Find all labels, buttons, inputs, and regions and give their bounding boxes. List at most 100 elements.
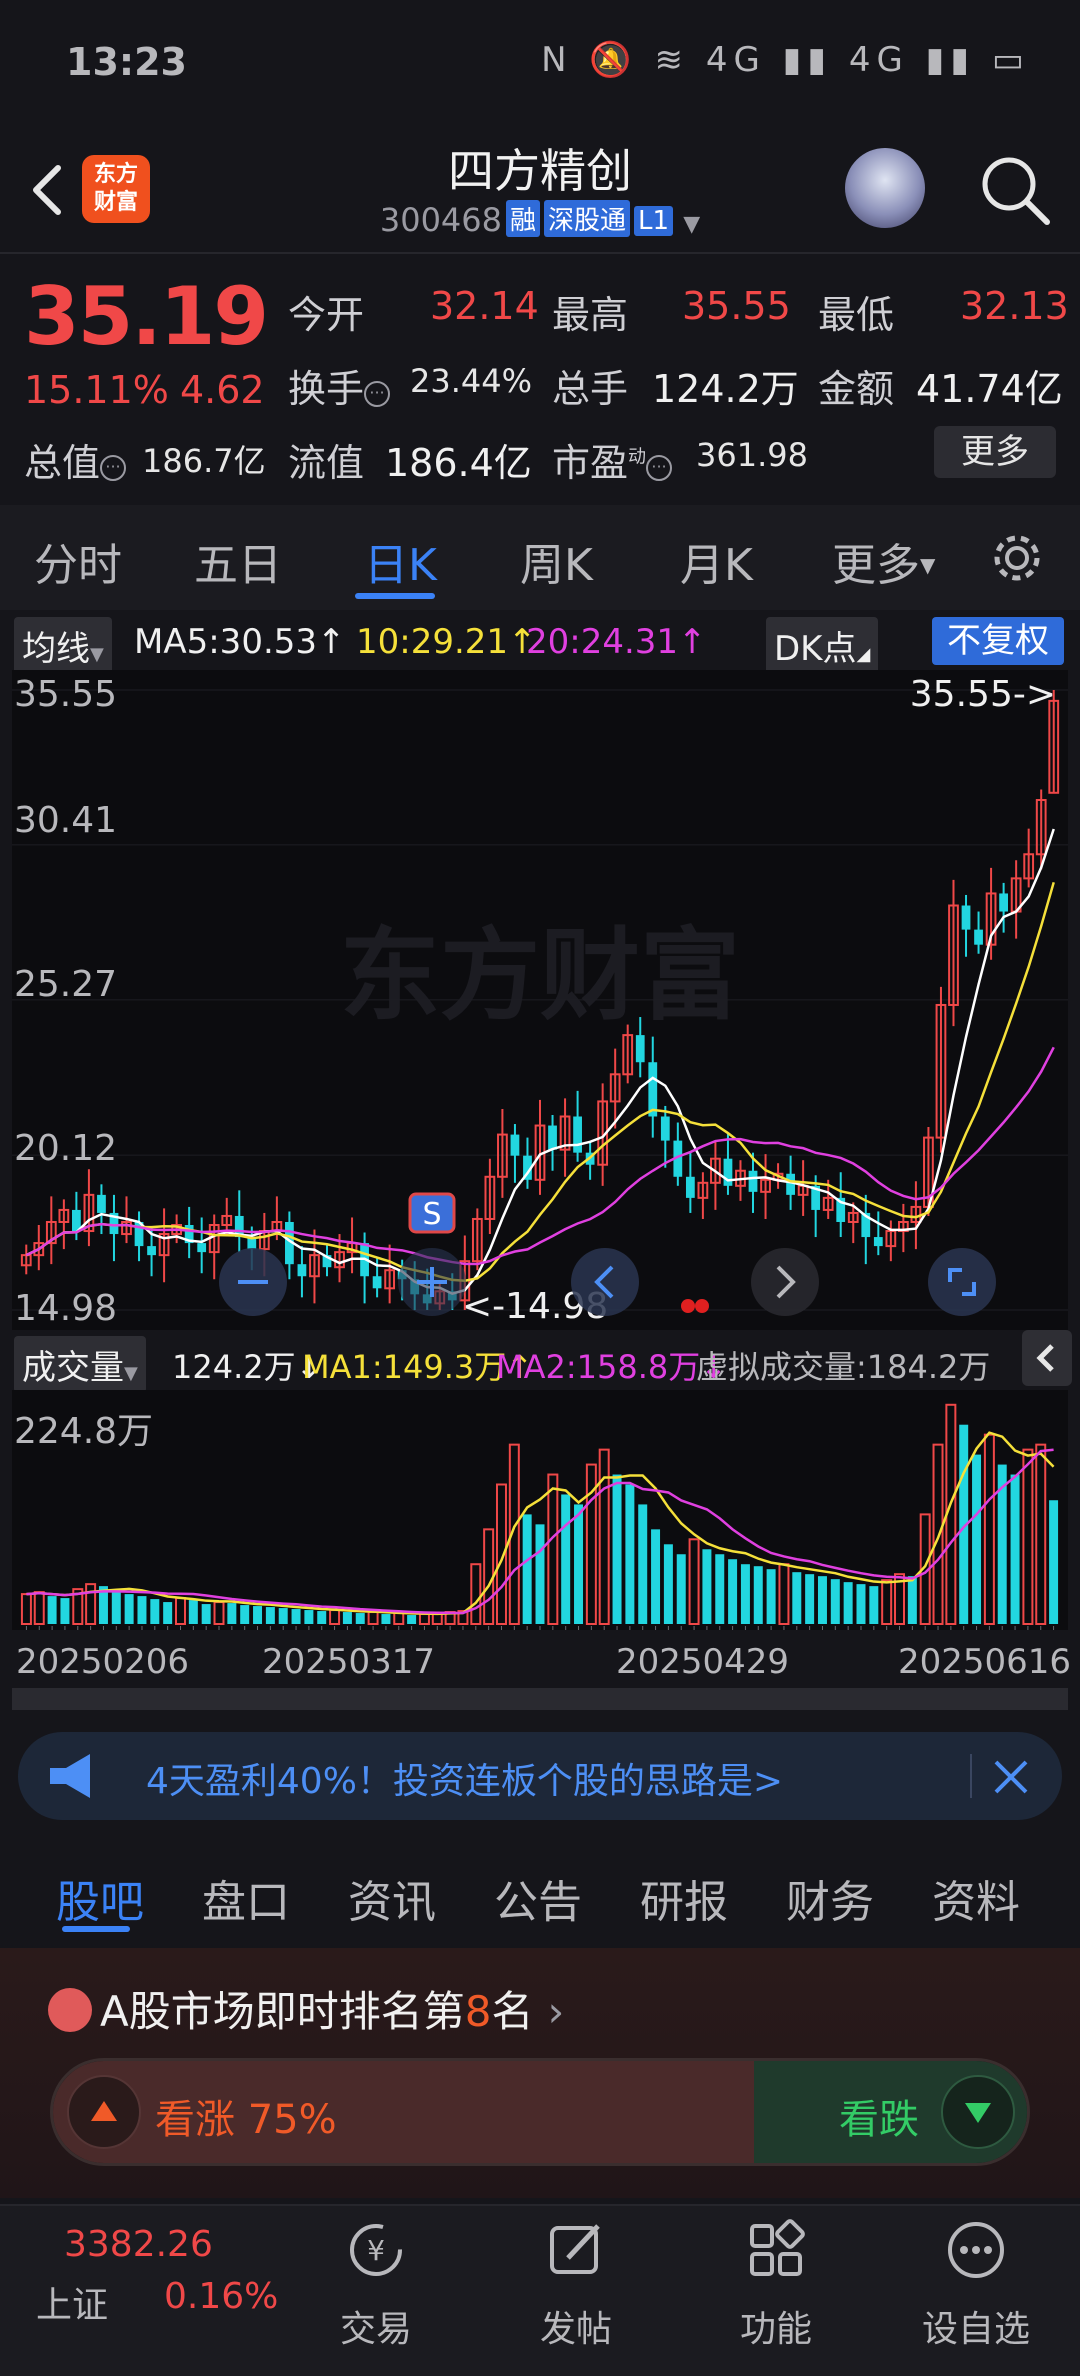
high-value: 35.55 — [682, 284, 791, 328]
scroll-right-button[interactable] — [751, 1248, 819, 1316]
collapse-panel-button[interactable] — [1022, 1330, 1072, 1386]
scroll-left-button[interactable] — [571, 1248, 639, 1316]
volume-bar — [817, 1576, 827, 1624]
volume-bar — [355, 1613, 365, 1624]
volume-bar — [728, 1559, 738, 1624]
caret-down-icon: ▼ — [920, 553, 936, 577]
volume-bar — [278, 1608, 288, 1624]
tab-more-periods[interactable]: 更多▼ — [832, 529, 935, 593]
volume-bar — [972, 1454, 982, 1624]
volume-bar — [702, 1549, 712, 1624]
dk-point-toggle[interactable]: DK点◢ — [766, 617, 879, 674]
kline-chart[interactable]: 东方财富 35.55-> <-14.98 S — [0, 670, 1080, 1330]
candle-body — [660, 1116, 670, 1141]
vote-down-button[interactable] — [941, 2075, 1015, 2149]
mcap-label: 总值 ··· — [24, 432, 127, 487]
zoom-out-button[interactable] — [219, 1248, 287, 1316]
info-icon[interactable]: ··· — [364, 381, 391, 407]
active-tab-underline — [355, 593, 435, 599]
tab-research[interactable]: 研报 — [640, 1866, 728, 1930]
open-label: 今开 — [288, 293, 365, 337]
volume-bar — [201, 1604, 211, 1624]
tab-profile[interactable]: 资料 — [932, 1866, 1020, 1930]
indicator-selector[interactable]: 均线▼ — [14, 617, 112, 674]
volume-bar — [625, 1484, 635, 1624]
volume-bar — [663, 1544, 673, 1624]
volume-bar — [522, 1514, 532, 1624]
info-icon[interactable]: ··· — [100, 455, 127, 481]
gear-icon[interactable] — [990, 531, 1044, 585]
svg-text:S: S — [422, 1197, 441, 1232]
y-tick-2: 30.41 — [14, 800, 118, 841]
close-icon[interactable] — [988, 1754, 1034, 1800]
candle-body — [147, 1246, 156, 1256]
svg-text:¥: ¥ — [367, 2234, 385, 2267]
index-name[interactable]: 上证 — [36, 2276, 108, 2328]
date-label-1: 20250206 — [16, 1642, 190, 1682]
tab-financials[interactable]: 财务 — [786, 1866, 874, 1930]
ma5-value: MA5:30.53↑ — [134, 622, 346, 662]
zoom-in-button[interactable] — [398, 1248, 466, 1316]
tab-orderbook[interactable]: 盘口 — [202, 1866, 290, 1930]
volume-bar — [60, 1598, 70, 1624]
candle-body — [573, 1116, 582, 1153]
amount-label: 金额 — [818, 367, 895, 411]
period-tabs: 分时 五日 日K 周K 月K 更多▼ — [0, 505, 1080, 610]
volume-bar — [253, 1606, 263, 1624]
tab-news[interactable]: 资讯 — [348, 1866, 436, 1930]
adjust-mode-button[interactable]: 不复权 — [932, 617, 1064, 665]
float-value: 186.4亿 — [385, 441, 532, 485]
promo-banner[interactable]: 4天盈利40%！投资连板个股的思路是> — [18, 1732, 1062, 1820]
date-ticks — [25, 1626, 1055, 1630]
volume-chart[interactable] — [0, 1390, 1080, 1630]
change-percent: 15.11% — [24, 368, 169, 412]
tab-weekly-k[interactable]: 周K — [520, 529, 593, 593]
tab-announcements[interactable]: 公告 — [494, 1866, 582, 1930]
volume-bar — [561, 1494, 571, 1624]
more-quote-button[interactable]: 更多 — [934, 426, 1056, 478]
volume-bar — [676, 1554, 686, 1624]
volume-bar — [1010, 1474, 1020, 1624]
volume-bar — [830, 1579, 840, 1624]
volume-bar — [240, 1605, 250, 1624]
volume-bar — [317, 1611, 327, 1624]
more-dots-icon — [948, 2222, 1004, 2278]
candle-body — [961, 905, 971, 930]
volume-bar — [111, 1591, 121, 1624]
volume-bar — [163, 1602, 173, 1624]
search-button[interactable] — [975, 150, 1055, 230]
tab-monthly-k[interactable]: 月K — [680, 529, 753, 593]
candle-body — [97, 1194, 106, 1213]
tab-daily-k[interactable]: 日K — [364, 529, 437, 593]
status-bar: 13:23 N 🔕 ≋ 4G ▮▮ 4G ▮▮ ▭ — [0, 0, 1080, 120]
high-marker: 35.55-> — [910, 674, 1056, 715]
robot-assistant-icon[interactable] — [845, 148, 925, 228]
index-value[interactable]: 3382.26 — [64, 2224, 213, 2265]
info-icon[interactable]: ··· — [646, 455, 673, 481]
divider — [970, 1754, 972, 1798]
index-change[interactable]: 0.16% — [164, 2276, 278, 2317]
pe-label: 市盈动 ··· — [552, 432, 673, 487]
change-amount: 4.62 — [180, 368, 265, 412]
tab-intraday[interactable]: 分时 — [34, 529, 122, 593]
market-rank[interactable]: A股市场即时排名第8名 › — [48, 1978, 564, 2039]
candle-body — [873, 1237, 883, 1247]
ma10-value: 10:29.21↑ — [356, 622, 537, 662]
tab-forum[interactable]: 股吧 — [56, 1866, 144, 1930]
candle-body — [648, 1062, 658, 1117]
tag-margin: 融 — [506, 200, 541, 237]
fullscreen-button[interactable] — [928, 1248, 996, 1316]
chart-scroll-track[interactable] — [12, 1688, 1068, 1710]
volume-bar — [715, 1554, 725, 1624]
tag-level: L1 — [634, 206, 674, 236]
sell-signal-marker[interactable]: S — [408, 1192, 456, 1234]
megaphone-icon — [50, 1754, 90, 1798]
volume-indicator-selector[interactable]: 成交量▼ — [14, 1336, 146, 1393]
candle-body — [372, 1276, 382, 1289]
tab-five-day[interactable]: 五日 — [194, 529, 282, 593]
volume-bar — [1049, 1500, 1059, 1624]
vote-up-button[interactable] — [67, 2075, 141, 2149]
low-label: 最低 — [818, 293, 895, 337]
status-time: 13:23 — [66, 40, 187, 84]
volume-bar — [124, 1594, 134, 1624]
